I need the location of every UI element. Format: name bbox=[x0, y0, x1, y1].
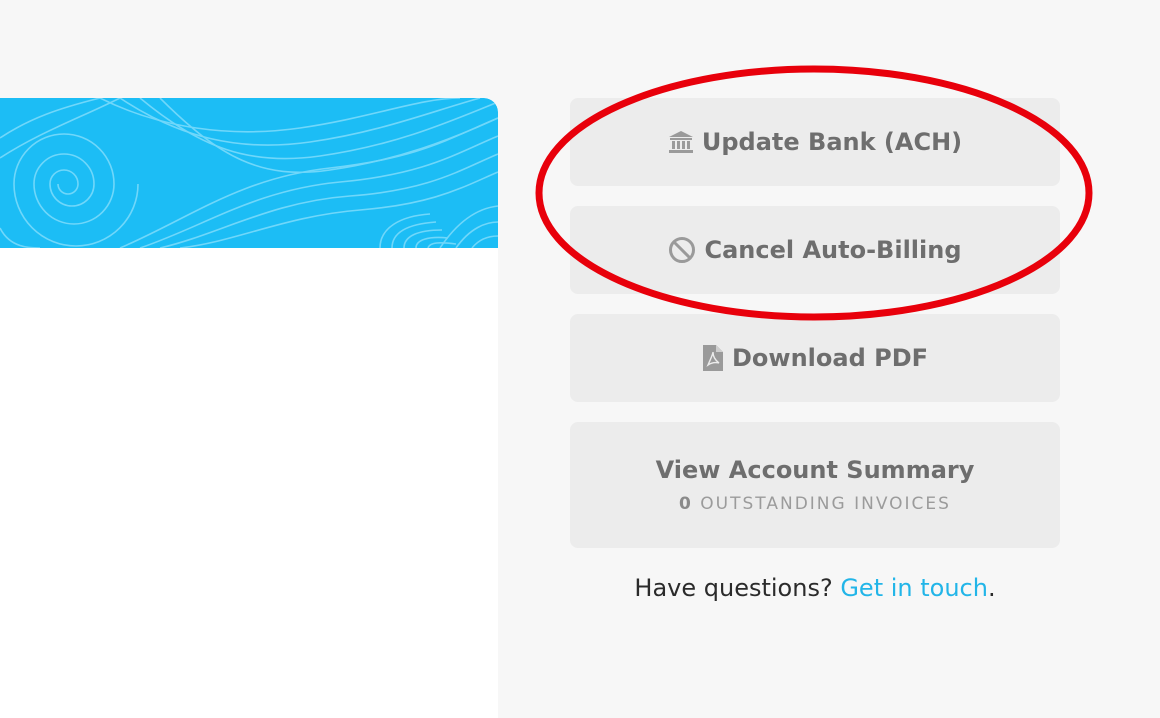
bank-icon bbox=[668, 130, 694, 154]
outstanding-invoices: 0 OUTSTANDING INVOICES bbox=[679, 494, 951, 514]
view-account-summary-button[interactable]: View Account Summary 0 OUTSTANDING INVOI… bbox=[570, 422, 1060, 548]
download-pdf-label: Download PDF bbox=[731, 344, 929, 372]
ban-icon bbox=[668, 236, 696, 264]
cancel-auto-billing-button[interactable]: Cancel Auto-Billing bbox=[570, 206, 1060, 294]
update-bank-label: Update Bank (ACH) bbox=[701, 128, 963, 156]
update-bank-button[interactable]: Update Bank (ACH) bbox=[570, 98, 1060, 186]
outstanding-count: 0 bbox=[679, 494, 693, 514]
get-in-touch-link[interactable]: Get in touch bbox=[840, 574, 988, 602]
invoice-banner bbox=[0, 98, 498, 248]
invoice-card bbox=[0, 98, 498, 718]
help-suffix: . bbox=[987, 574, 996, 602]
pdf-file-icon bbox=[702, 344, 724, 372]
account-summary-label: View Account Summary bbox=[655, 456, 975, 484]
outstanding-label: OUTSTANDING INVOICES bbox=[700, 494, 951, 514]
help-prefix: Have questions? bbox=[634, 574, 833, 602]
download-pdf-button[interactable]: Download PDF bbox=[570, 314, 1060, 402]
wave-pattern bbox=[0, 98, 498, 248]
help-text: Have questions? Get in touch. bbox=[570, 574, 1060, 602]
cancel-auto-billing-label: Cancel Auto-Billing bbox=[704, 236, 962, 264]
